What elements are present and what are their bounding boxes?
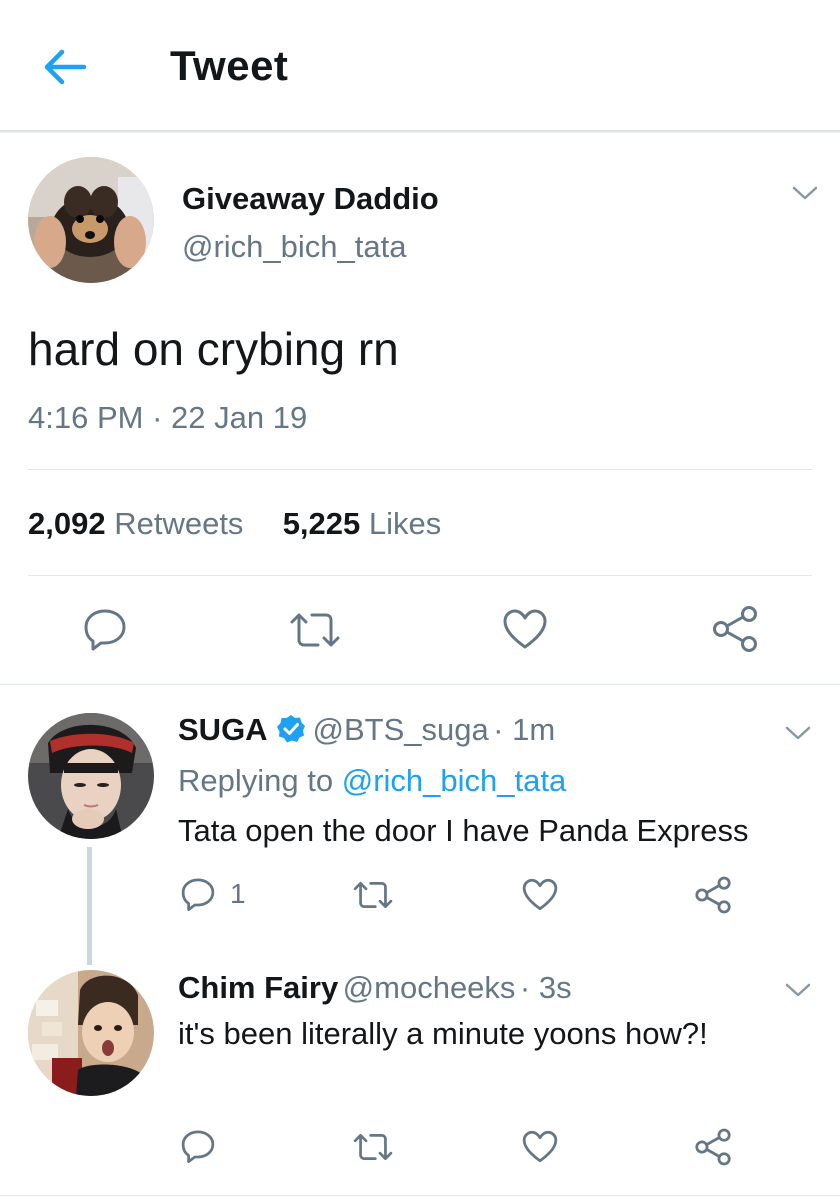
- tweet-text: hard on crybing rn: [28, 323, 399, 375]
- reply-icon[interactable]: [82, 606, 128, 652]
- replying-to-label: Replying to: [178, 763, 334, 798]
- divider: [28, 575, 812, 576]
- thread-connector: [87, 847, 92, 965]
- retweet-icon[interactable]: [352, 1131, 394, 1163]
- author-handle[interactable]: @rich_bich_tata: [182, 229, 406, 265]
- share-icon[interactable]: [710, 605, 760, 653]
- reply-text: it's been literally a minute yoons how?!: [178, 1016, 708, 1051]
- avatar[interactable]: [28, 157, 154, 283]
- page-title: Tweet: [170, 42, 289, 89]
- meta-separator: ·: [152, 400, 163, 435]
- engagement-stats: 2,092 Retweets 5,225 Likes: [28, 506, 441, 542]
- reply-display-name[interactable]: SUGA: [178, 712, 268, 747]
- reply-text: Tata open the door I have Panda Express: [178, 813, 749, 848]
- divider: [0, 684, 840, 685]
- header-divider: [0, 130, 840, 133]
- chevron-down-icon[interactable]: [783, 723, 813, 743]
- reply-icon: [181, 878, 215, 912]
- likes-stat[interactable]: 5,225 Likes: [283, 506, 442, 541]
- like-icon[interactable]: [501, 607, 549, 651]
- like-icon[interactable]: [521, 877, 559, 912]
- reply-handle[interactable]: @mocheeks: [343, 970, 516, 1005]
- replying-to-link[interactable]: @rich_bich_tata: [342, 763, 566, 798]
- tweet-date: 22 Jan 19: [171, 400, 308, 435]
- retweet-icon[interactable]: [352, 879, 394, 911]
- avatar[interactable]: [28, 713, 154, 839]
- retweet-icon[interactable]: [288, 610, 342, 650]
- author-display-name[interactable]: Giveaway Daddio: [182, 181, 439, 217]
- reply-age: · 1m: [493, 712, 556, 747]
- retweets-count: 2,092: [28, 506, 106, 541]
- top-bar: [0, 0, 840, 130]
- reply-icon[interactable]: [180, 1128, 216, 1164]
- divider: [28, 469, 812, 470]
- share-icon[interactable]: [693, 1128, 733, 1166]
- tweet-time: 4:16 PM: [28, 400, 144, 435]
- reply-count: 1: [230, 878, 246, 909]
- reply-display-name[interactable]: Chim Fairy: [178, 970, 338, 1005]
- reply-header: Chim Fairy @mocheeks · 3s: [178, 970, 572, 1006]
- back-arrow-icon[interactable]: [40, 44, 90, 90]
- likes-count: 5,225: [282, 506, 361, 541]
- replying-to: Replying to @rich_bich_tata: [178, 763, 566, 799]
- tweet-timestamp[interactable]: 4:16 PM · 22 Jan 19: [28, 400, 307, 436]
- retweets-label: Retweets: [114, 506, 244, 541]
- divider: [0, 1195, 840, 1196]
- chevron-down-icon[interactable]: [790, 183, 820, 203]
- reply-handle[interactable]: @BTS_suga: [312, 712, 488, 747]
- avatar[interactable]: [28, 970, 154, 1096]
- verified-badge-icon: [277, 715, 306, 743]
- reply-button[interactable]: 1: [180, 876, 246, 912]
- chevron-down-icon[interactable]: [783, 980, 813, 1000]
- reply-age: · 3s: [519, 970, 572, 1005]
- retweets-stat[interactable]: 2,092 Retweets: [28, 506, 243, 541]
- share-icon[interactable]: [693, 876, 733, 914]
- reply-header: SUGA @BTS_suga · 1m: [178, 712, 555, 748]
- like-icon[interactable]: [521, 1129, 559, 1164]
- likes-label: Likes: [368, 506, 442, 541]
